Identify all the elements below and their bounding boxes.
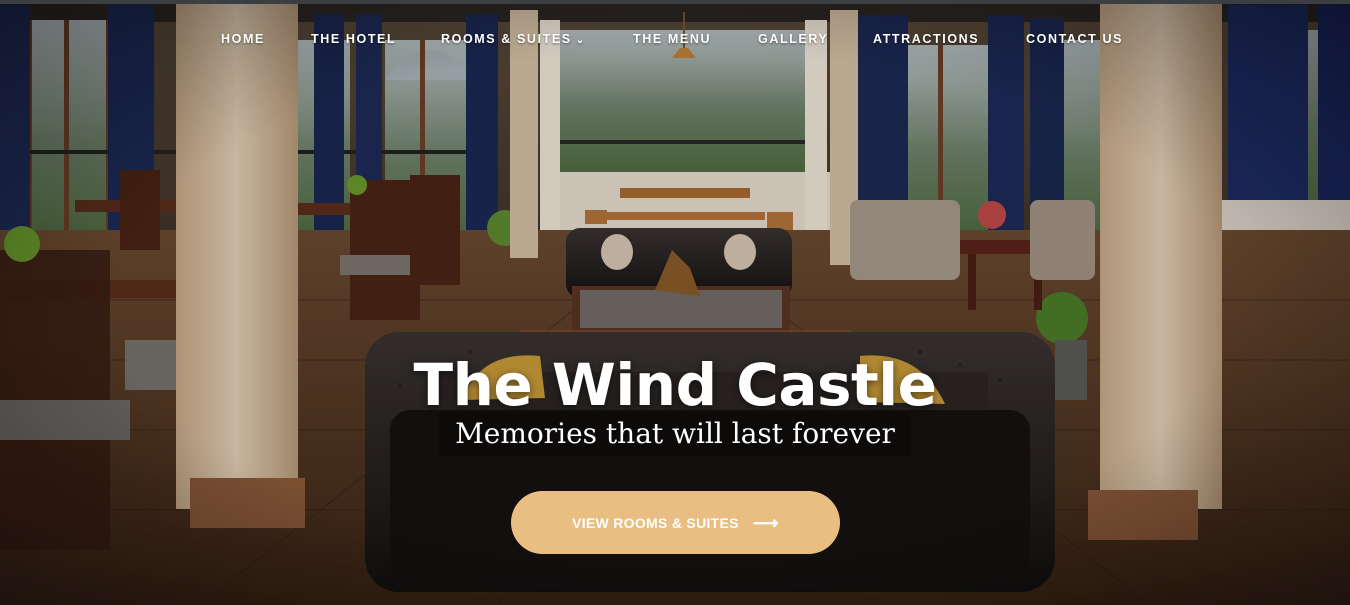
chevron-down-icon: ⌄ bbox=[575, 35, 585, 46]
nav-item-rooms-suites[interactable]: ROOMS & SUITES ⌄ bbox=[441, 29, 584, 49]
main-navigation: HOME THE HOTEL ROOMS & SUITES ⌄ THE MENU … bbox=[0, 29, 1350, 49]
nav-item-the-hotel[interactable]: THE HOTEL bbox=[311, 29, 396, 49]
nav-item-the-menu[interactable]: THE MENU bbox=[633, 29, 711, 49]
nav-item-label: ROOMS & SUITES bbox=[441, 32, 572, 46]
hero-section: HOME THE HOTEL ROOMS & SUITES ⌄ THE MENU … bbox=[0, 0, 1350, 605]
nav-item-label: HOME bbox=[221, 32, 265, 46]
top-edge-bar bbox=[0, 0, 1350, 4]
nav-item-attractions[interactable]: ATTRACTIONS bbox=[873, 29, 979, 49]
nav-item-label: CONTACT US bbox=[1026, 32, 1124, 46]
nav-item-label: GALLERY bbox=[758, 32, 829, 46]
nav-item-home[interactable]: HOME bbox=[221, 29, 265, 49]
hero-subtitle: Memories that will last forever bbox=[439, 412, 911, 456]
nav-item-label: THE MENU bbox=[633, 32, 712, 46]
nav-item-gallery[interactable]: GALLERY bbox=[758, 29, 828, 49]
arrow-right-icon: ⟶ bbox=[752, 512, 779, 533]
nav-item-label: ATTRACTIONS bbox=[873, 32, 980, 46]
cta-label: VIEW ROOMS & SUITES bbox=[572, 514, 739, 531]
nav-item-contact-us[interactable]: CONTACT US bbox=[1026, 29, 1123, 49]
hero-subtitle-wrapper: Memories that will last forever bbox=[0, 412, 1350, 456]
nav-item-label: THE HOTEL bbox=[311, 32, 397, 46]
view-rooms-suites-button[interactable]: VIEW ROOMS & SUITES ⟶ bbox=[511, 491, 840, 554]
